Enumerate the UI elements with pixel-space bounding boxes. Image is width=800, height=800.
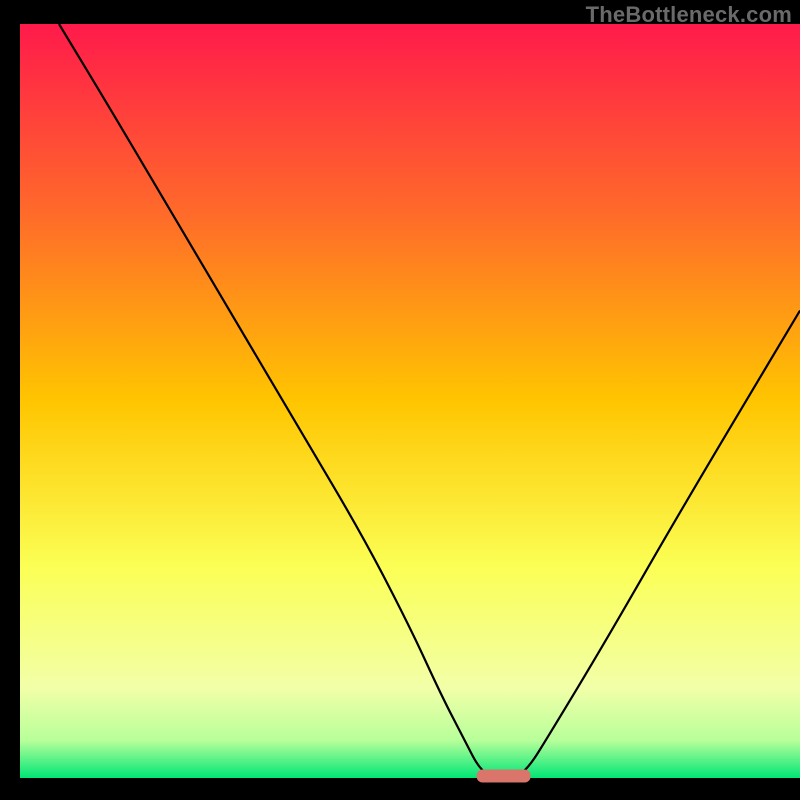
plot-background <box>20 24 800 778</box>
chart-container: TheBottleneck.com <box>0 0 800 800</box>
bottleneck-chart <box>0 0 800 800</box>
min-point-marker <box>477 770 531 783</box>
watermark-text: TheBottleneck.com <box>586 2 792 28</box>
